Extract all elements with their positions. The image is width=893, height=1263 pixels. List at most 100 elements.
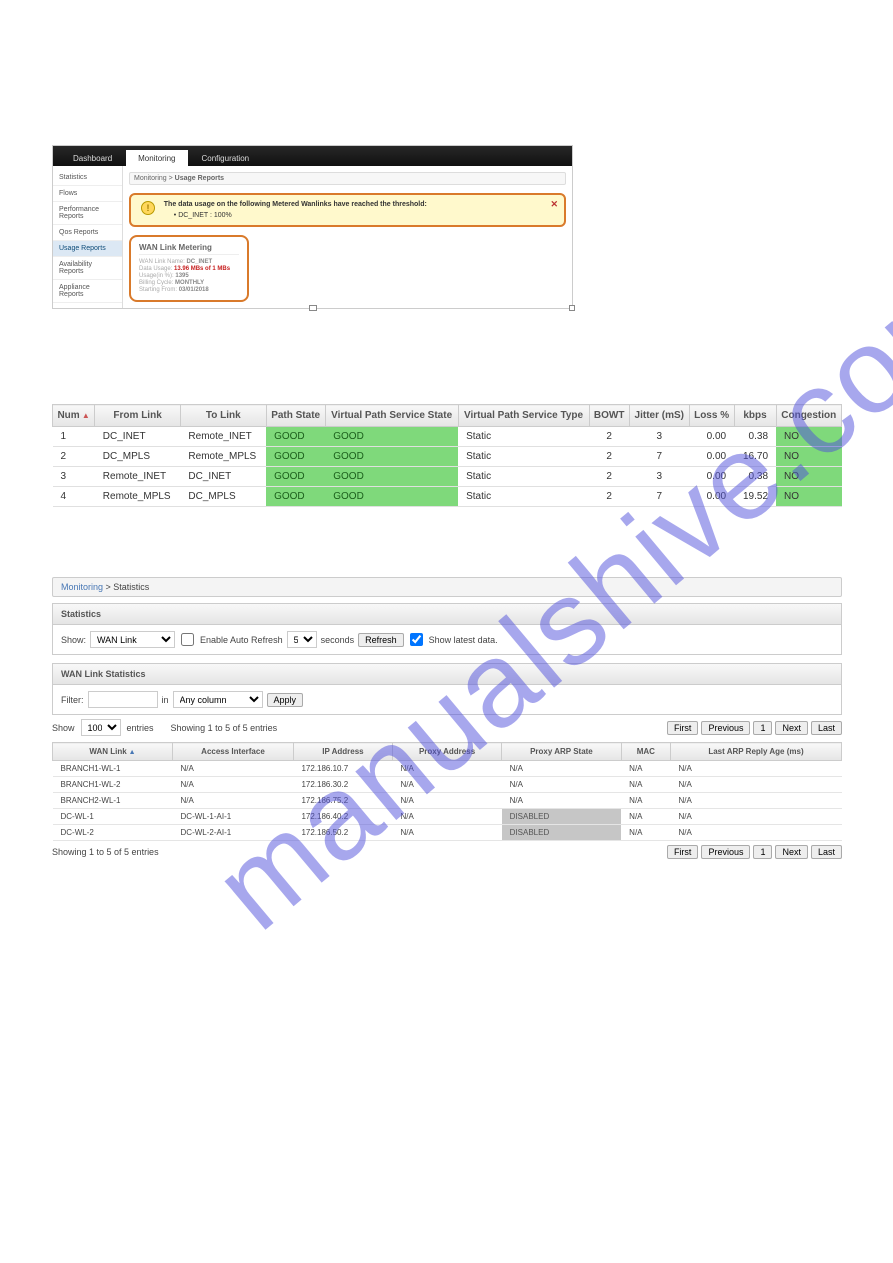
col-num[interactable]: Num: [53, 405, 95, 427]
col-mac[interactable]: MAC: [621, 743, 670, 761]
pager-last[interactable]: Last: [811, 721, 842, 735]
alert-title: The data usage on the following Metered …: [164, 201, 427, 208]
showing-info-bottom: Showing 1 to 5 of 5 entries: [52, 847, 667, 857]
sidebar-item-flows[interactable]: Flows: [53, 186, 122, 202]
cell-interface: DC-WL-1-AI-1: [173, 809, 294, 825]
cell-num: 1: [53, 427, 95, 447]
col-access-interface[interactable]: Access Interface: [173, 743, 294, 761]
cell-vps-type: Static: [458, 427, 589, 447]
cell-path-state: GOOD: [266, 447, 325, 467]
cell-proxy-address: N/A: [392, 761, 501, 777]
cell-ip: 172.186.40.2: [293, 809, 392, 825]
metering-from-label: Starting From:: [139, 287, 177, 293]
refresh-interval-select[interactable]: 5: [287, 631, 317, 648]
statistics-panel: Monitoring > Statistics Statistics Show:…: [52, 577, 842, 863]
resize-handle-bottom[interactable]: [309, 305, 317, 311]
col-last-arp-age[interactable]: Last ARP Reply Age (ms): [670, 743, 841, 761]
topnav: Dashboard Monitoring Configuration: [53, 146, 572, 166]
col-wan-link[interactable]: WAN Link: [53, 743, 173, 761]
col-bowt[interactable]: BOWT: [589, 405, 629, 427]
tab-monitoring[interactable]: Monitoring: [126, 150, 187, 166]
sidebar-item-appliance-reports[interactable]: Appliance Reports: [53, 280, 122, 303]
metering-cycle-label: Billing Cycle:: [139, 280, 173, 286]
pager-next[interactable]: Next: [775, 845, 808, 859]
filter-row: Filter: in Any column Apply: [52, 685, 842, 715]
table-row: DC-WL-2DC-WL-2-AI-1172.186.50.2N/ADISABL…: [53, 825, 842, 841]
col-to-link[interactable]: To Link: [180, 405, 266, 427]
sidebar-item-usage-reports[interactable]: Usage Reports: [53, 241, 122, 257]
col-kbps[interactable]: kbps: [734, 405, 776, 427]
pager-next[interactable]: Next: [775, 721, 808, 735]
filter-input[interactable]: [88, 691, 158, 708]
pager-prev[interactable]: Previous: [701, 845, 750, 859]
pager-last[interactable]: Last: [811, 845, 842, 859]
cell-jitter: 3: [629, 467, 689, 487]
cell-interface: DC-WL-2-AI-1: [173, 825, 294, 841]
cell-kbps: 16.70: [734, 447, 776, 467]
auto-refresh-checkbox[interactable]: [181, 633, 194, 646]
cell-jitter: 7: [629, 487, 689, 507]
cell-loss: 0.00: [689, 487, 734, 507]
breadcrumb-monitoring[interactable]: Monitoring: [134, 175, 167, 182]
cell-from: Remote_INET: [95, 467, 181, 487]
tab-configuration[interactable]: Configuration: [190, 150, 262, 166]
breadcrumb-statistics: Statistics: [113, 582, 149, 592]
cell-ip: 172.186.75.2: [293, 793, 392, 809]
alert-close-icon[interactable]: ✕: [550, 199, 558, 210]
seconds-label: seconds: [321, 635, 355, 645]
cell-ip: 172.186.50.2: [293, 825, 392, 841]
refresh-button[interactable]: Refresh: [358, 633, 404, 647]
cell-bowt: 2: [589, 447, 629, 467]
statistics-header: Statistics: [52, 603, 842, 625]
cell-path-state: GOOD: [266, 427, 325, 447]
pager-first[interactable]: First: [667, 845, 699, 859]
col-ip-address[interactable]: IP Address: [293, 743, 392, 761]
page-size-select[interactable]: 100: [81, 719, 121, 736]
cell-vps-type: Static: [458, 447, 589, 467]
pager-first[interactable]: First: [667, 721, 699, 735]
cell-bowt: 2: [589, 467, 629, 487]
cell-wan-link: BRANCH1-WL-1: [53, 761, 173, 777]
show-select[interactable]: WAN Link: [90, 631, 175, 648]
cell-mac: N/A: [621, 809, 670, 825]
cell-proxy-arp: DISABLED: [502, 825, 622, 841]
sidebar: Statistics Flows Performance Reports Qos…: [53, 166, 123, 308]
show-latest-label: Show latest data.: [429, 635, 498, 645]
cell-jitter: 7: [629, 447, 689, 467]
table-row: 4Remote_MPLSDC_MPLSGOODGOODStatic270.001…: [53, 487, 842, 507]
cell-vps-type: Static: [458, 487, 589, 507]
col-loss[interactable]: Loss %: [689, 405, 734, 427]
pager-prev[interactable]: Previous: [701, 721, 750, 735]
col-congestion[interactable]: Congestion: [776, 405, 841, 427]
metering-name-label: WAN Link Name:: [139, 259, 185, 265]
show-latest-checkbox[interactable]: [410, 633, 423, 646]
cell-to: Remote_INET: [180, 427, 266, 447]
col-from-link[interactable]: From Link: [95, 405, 181, 427]
sidebar-item-statistics[interactable]: Statistics: [53, 170, 122, 186]
cell-proxy-address: N/A: [392, 809, 501, 825]
statistics-controls: Show: WAN Link Enable Auto Refresh 5 sec…: [52, 625, 842, 655]
breadcrumb-sep: >: [103, 582, 113, 592]
resize-handle-corner[interactable]: [569, 305, 575, 311]
col-path-state[interactable]: Path State: [266, 405, 325, 427]
pager-top: First Previous 1 Next Last: [667, 721, 842, 735]
table-row: BRANCH1-WL-1N/A172.186.10.7N/AN/AN/AN/A: [53, 761, 842, 777]
col-proxy-arp-state[interactable]: Proxy ARP State: [502, 743, 622, 761]
col-proxy-address[interactable]: Proxy Address: [392, 743, 501, 761]
breadcrumb-monitoring[interactable]: Monitoring: [61, 582, 103, 592]
table-row: 3Remote_INETDC_INETGOODGOODStatic230.000…: [53, 467, 842, 487]
col-vps-type[interactable]: Virtual Path Service Type: [458, 405, 589, 427]
sidebar-item-performance-reports[interactable]: Performance Reports: [53, 202, 122, 225]
apply-button[interactable]: Apply: [267, 693, 304, 707]
pager-page-1[interactable]: 1: [753, 845, 772, 859]
cell-wan-link: DC-WL-1: [53, 809, 173, 825]
sidebar-item-qos-reports[interactable]: Qos Reports: [53, 225, 122, 241]
filter-column-select[interactable]: Any column: [173, 691, 263, 708]
cell-interface: N/A: [173, 793, 294, 809]
col-jitter[interactable]: Jitter (mS): [629, 405, 689, 427]
tab-dashboard[interactable]: Dashboard: [61, 150, 124, 166]
metering-pct-value: 1395: [175, 273, 188, 279]
pager-page-1[interactable]: 1: [753, 721, 772, 735]
col-vps-state[interactable]: Virtual Path Service State: [325, 405, 458, 427]
sidebar-item-availability-reports[interactable]: Availability Reports: [53, 257, 122, 280]
